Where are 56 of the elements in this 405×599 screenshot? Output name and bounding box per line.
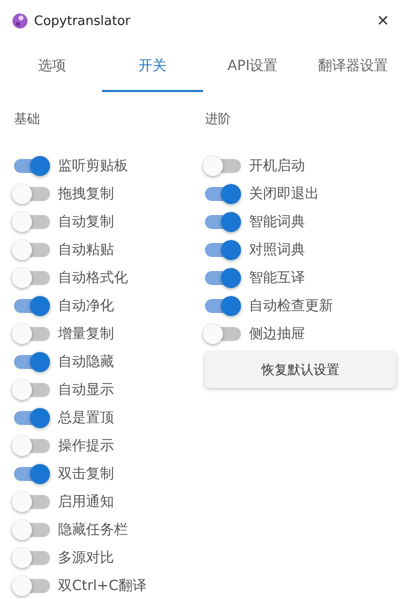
switch-label: 自动检查更新	[249, 297, 333, 315]
tab[interactable]: 开关	[102, 42, 202, 92]
switch-label: 关闭即退出	[249, 185, 319, 203]
switch-label: 开机启动	[249, 157, 305, 175]
toggle-switch[interactable]	[14, 523, 50, 537]
switch-label: 自动粘贴	[58, 241, 114, 259]
toggle-switch[interactable]	[14, 327, 50, 341]
switch-label: 双击复制	[58, 465, 114, 483]
toggle-switch[interactable]	[14, 551, 50, 565]
switch-label: 总是置顶	[58, 409, 114, 427]
toggle-switch[interactable]	[14, 439, 50, 453]
toggle-switch[interactable]	[14, 467, 50, 481]
toggle-switch[interactable]	[205, 187, 241, 201]
switch-label: 对照词典	[249, 241, 305, 259]
toggle-switch[interactable]	[14, 355, 50, 369]
toggle-switch[interactable]	[205, 159, 241, 173]
toggle-switch[interactable]	[205, 215, 241, 229]
toggle-switch[interactable]	[14, 383, 50, 397]
section-heading: 进阶	[205, 111, 232, 129]
window-title: Copytranslator	[34, 14, 132, 28]
switch-label: 智能互译	[249, 269, 305, 287]
switch-label: 自动显示	[58, 381, 114, 399]
switch-label: 自动隐藏	[58, 353, 114, 371]
switch-label: 操作提示	[58, 437, 114, 455]
switch-label: 隐藏任务栏	[58, 521, 128, 539]
tab[interactable]: 翻译器设置	[302, 42, 403, 92]
toggle-switch[interactable]	[14, 159, 50, 173]
toggle-switch[interactable]	[205, 271, 241, 285]
switch-label: 拖拽复制	[58, 185, 114, 203]
switch-label: 启用通知	[58, 493, 114, 511]
reset-button[interactable]: 恢复默认设置	[205, 352, 396, 388]
toggle-switch[interactable]	[14, 495, 50, 509]
switch-label: 自动复制	[58, 213, 114, 231]
switch-label: 监听剪贴板	[58, 157, 128, 175]
switch-label: 增量复制	[58, 325, 114, 343]
toggle-switch[interactable]	[14, 411, 50, 425]
switch-label: 多源对比	[58, 549, 114, 567]
switch-label: 智能词典	[249, 213, 305, 231]
section-heading: 基础	[14, 111, 41, 129]
switch-label: 自动净化	[58, 297, 114, 315]
logo-icon	[12, 13, 28, 29]
close-button[interactable]: ×	[373, 11, 393, 31]
toggle-switch[interactable]	[205, 299, 241, 313]
toggle-switch[interactable]	[14, 299, 50, 313]
toggle-switch[interactable]	[205, 327, 241, 341]
toggle-switch[interactable]	[14, 187, 50, 201]
switch-label: 侧边抽屉	[249, 325, 305, 343]
switch-label: 双Ctrl+C翻译	[58, 577, 146, 595]
tab[interactable]: 选项	[2, 42, 102, 92]
switch-label: 自动格式化	[58, 269, 128, 287]
toggle-switch[interactable]	[14, 215, 50, 229]
toggle-switch[interactable]	[14, 271, 50, 285]
toggle-switch[interactable]	[205, 243, 241, 257]
toggle-switch[interactable]	[14, 243, 50, 257]
toggle-switch[interactable]	[14, 579, 50, 593]
tab[interactable]: API设置	[202, 42, 303, 92]
